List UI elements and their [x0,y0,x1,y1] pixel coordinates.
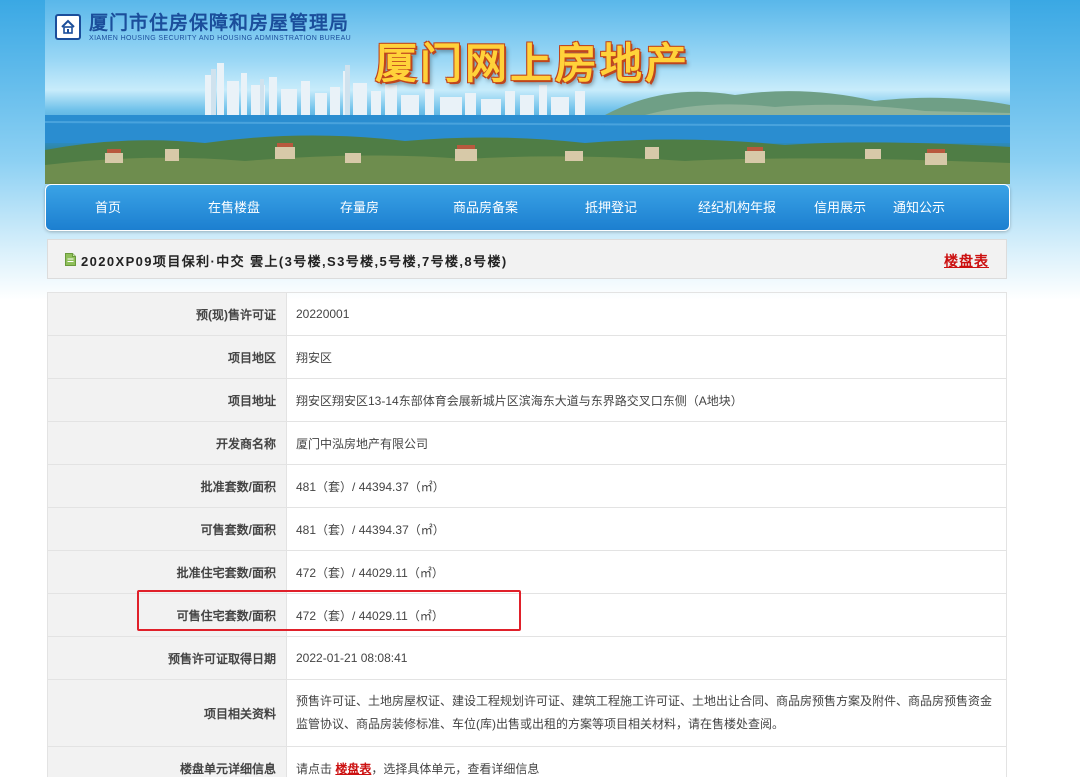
row-value: 481（套）/ 44394.37（㎡） [286,507,1007,551]
table-row: 项目相关资料 预售许可证、土地房屋权证、建设工程规划许可证、建筑工程施工许可证、… [47,679,1007,747]
nav-item-notices[interactable]: 通知公示 [893,185,945,230]
row-label: 预(现)售许可证 [47,292,287,336]
site-title: 厦门网上房地产 [375,39,691,88]
nav-item-existing-housing[interactable]: 存量房 [340,185,379,230]
table-row: 可售套数/面积 481（套）/ 44394.37（㎡） [47,507,1007,551]
table-row: 开发商名称 厦门中泓房地产有限公司 [47,421,1007,465]
building-table-link[interactable]: 楼盘表 [944,251,989,271]
highlight-box [137,590,521,631]
row-value: 翔安区 [286,335,1007,379]
row-label: 批准套数/面积 [47,464,287,508]
table-row: 批准住宅套数/面积 472（套）/ 44029.11（㎡） [47,550,1007,594]
row-label: 预售许可证取得日期 [47,636,287,680]
row-value: 2022-01-21 08:08:41 [286,636,1007,680]
row-label: 项目相关资料 [47,679,287,747]
nav-item-commercial-filing[interactable]: 商品房备案 [453,185,518,230]
nav-item-agency-annual-report[interactable]: 经纪机构年报 [698,185,776,230]
nav-item-on-sale[interactable]: 在售楼盘 [208,185,260,230]
main-nav: 首页 在售楼盘 存量房 商品房备案 抵押登记 经纪机构年报 信用展示 通知公示 [45,184,1010,231]
project-title: 2020XP09项目保利·中交 雲上(3号楼,S3号楼,5号楼,7号楼,8号楼) [81,254,508,269]
bureau-name: 厦门市住房保障和房屋管理局 [89,13,350,34]
row-label: 可售套数/面积 [47,507,287,551]
project-info-table: 预(现)售许可证 20220001 项目地区 翔安区 项目地址 翔安区翔安区13… [47,292,1007,777]
building-table-inline-link[interactable]: 楼盘表 [335,762,371,776]
nav-item-credit-display[interactable]: 信用展示 [814,185,866,230]
row-label: 项目地址 [47,378,287,422]
row-value: 厦门中泓房地产有限公司 [286,421,1007,465]
document-icon [65,253,76,266]
row-value: 20220001 [286,292,1007,336]
table-row: 楼盘单元详细信息 请点击 楼盘表，选择具体单元，查看详细信息 [47,746,1007,777]
row-label: 楼盘单元详细信息 [47,746,287,777]
table-row: 预(现)售许可证 20220001 [47,292,1007,336]
bureau-logo-icon [55,14,81,40]
row-value: 请点击 楼盘表，选择具体单元，查看详细信息 [286,746,1007,777]
row-value: 472（套）/ 44029.11（㎡） [286,550,1007,594]
row-value: 预售许可证、土地房屋权证、建设工程规划许可证、建筑工程施工许可证、土地出让合同、… [286,679,1007,747]
row-value: 翔安区翔安区13-14东部体育会展新城片区滨海东大道与东界路交叉口东侧（A地块） [286,378,1007,422]
bureau-branding: 厦门市住房保障和房屋管理局 XIAMEN HOUSING SECURITY AN… [55,14,351,43]
table-row: 项目地址 翔安区翔安区13-14东部体育会展新城片区滨海东大道与东界路交叉口东侧… [47,378,1007,422]
table-row: 预售许可证取得日期 2022-01-21 08:08:41 [47,636,1007,680]
detail-prefix: 请点击 [296,761,333,776]
header-banner: 厦门市住房保障和房屋管理局 XIAMEN HOUSING SECURITY AN… [45,0,1010,184]
nav-item-home[interactable]: 首页 [95,185,121,230]
table-row: 批准套数/面积 481（套）/ 44394.37（㎡） [47,464,1007,508]
detail-suffix: ，选择具体单元，查看详细信息 [371,761,540,776]
project-title-bar: 2020XP09项目保利·中交 雲上(3号楼,S3号楼,5号楼,7号楼,8号楼)… [47,239,1007,279]
row-label: 开发商名称 [47,421,287,465]
table-row: 项目地区 翔安区 [47,335,1007,379]
bureau-name-english: XIAMEN HOUSING SECURITY AND HOUSING ADMI… [89,35,352,42]
row-value: 481（套）/ 44394.37（㎡） [286,464,1007,508]
row-label: 项目地区 [47,335,287,379]
nav-item-mortgage-registration[interactable]: 抵押登记 [585,185,637,230]
row-label: 批准住宅套数/面积 [47,550,287,594]
